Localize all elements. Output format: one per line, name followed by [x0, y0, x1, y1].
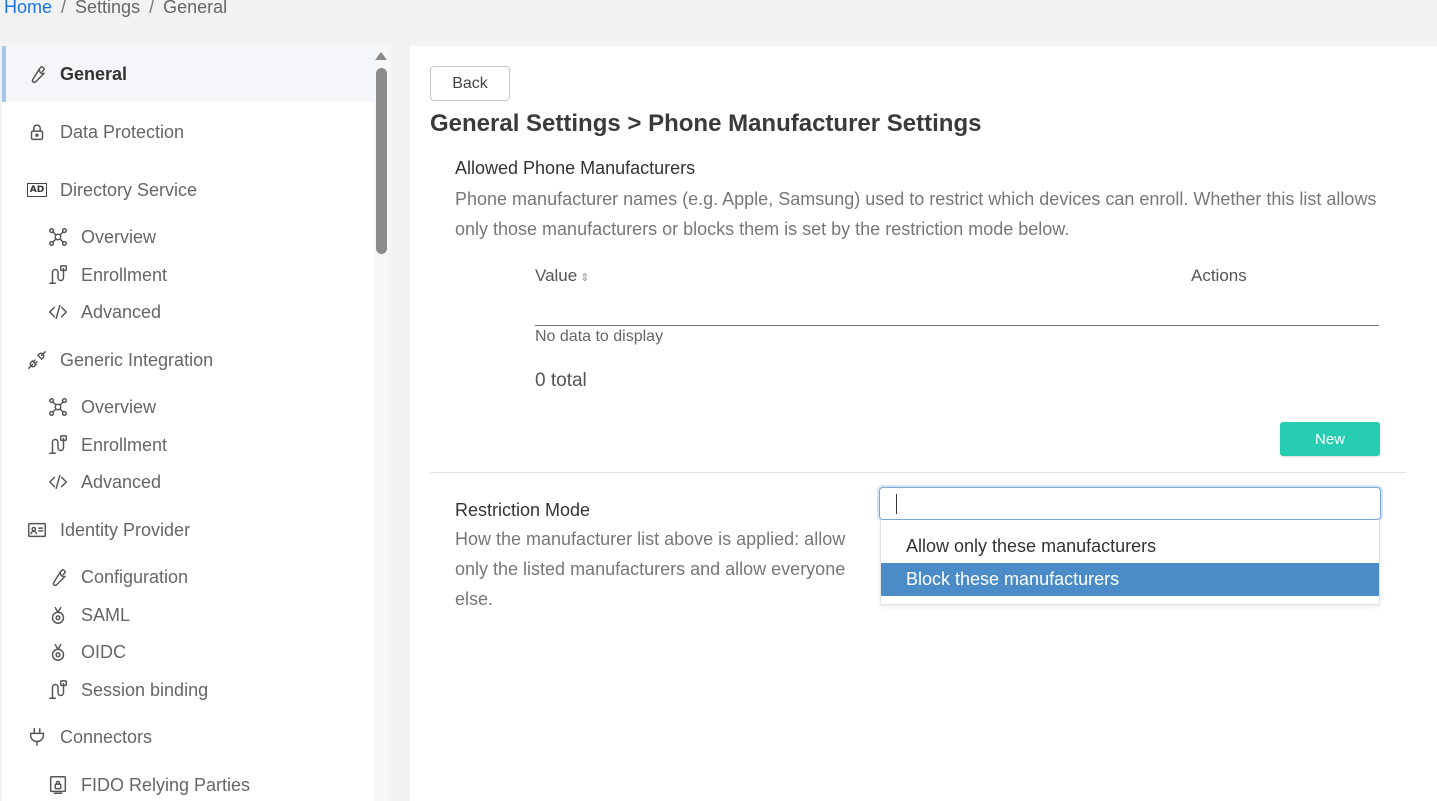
- restriction-mode-description: How the manufacturer list above is appli…: [455, 529, 846, 609]
- overview-icon: [46, 395, 70, 419]
- option-allow-only[interactable]: Allow only these manufacturers: [881, 530, 1379, 563]
- value-column-label: Value: [535, 266, 578, 285]
- sidebar-item-data-protection[interactable]: Data Protection: [2, 112, 374, 152]
- breadcrumb-home-link[interactable]: Home: [4, 0, 52, 17]
- sidebar-item-idp-oidc[interactable]: OIDC: [2, 632, 374, 672]
- main-panel: Back General Settings > Phone Manufactur…: [410, 46, 1437, 801]
- sidebar-item-label: Overview: [81, 226, 157, 247]
- sidebar-item-label: OIDC: [81, 641, 126, 662]
- enrollment-icon: [46, 678, 70, 702]
- manufacturers-section-description: Phone manufacturer names (e.g. Apple, Sa…: [455, 189, 1377, 239]
- enrollment-icon: [46, 263, 70, 287]
- breadcrumb-separator: /: [149, 0, 155, 17]
- section-divider: [430, 472, 1406, 473]
- sidebar-item-gi-advanced[interactable]: Advanced: [2, 462, 374, 502]
- oidc-icon: [46, 640, 70, 664]
- sidebar-item-directory-service[interactable]: AD Directory Service: [2, 170, 374, 210]
- sidebar-item-ds-advanced[interactable]: Advanced: [2, 292, 374, 332]
- breadcrumb: Home / Settings / General: [4, 0, 227, 25]
- sidebar-scroll-thumb[interactable]: [376, 68, 387, 254]
- sidebar-item-label: Session binding: [81, 679, 209, 700]
- enrollment-icon: [46, 433, 70, 457]
- breadcrumb-current: General: [163, 0, 228, 17]
- sidebar-item-label: Enrollment: [81, 434, 168, 455]
- sort-icon: ⇕: [580, 272, 590, 284]
- sidebar-item-label: Overview: [81, 396, 157, 417]
- sidebar-item-label: Advanced: [81, 471, 162, 492]
- ad-icon: AD: [25, 178, 49, 202]
- sidebar-item-idp-saml[interactable]: SAML: [2, 595, 374, 635]
- sidebar-item-label: Enrollment: [81, 264, 168, 285]
- sidebar-item-label: Data Protection: [60, 121, 185, 142]
- sidebar-item-ds-overview[interactable]: Overview: [2, 217, 374, 257]
- sidebar-item-idp-configuration[interactable]: Configuration: [2, 557, 374, 597]
- plug-connect-icon: [25, 348, 49, 372]
- table-total-count: 0 total: [535, 370, 587, 391]
- sidebar-item-connectors[interactable]: Connectors: [2, 717, 374, 757]
- sidebar-item-label: Connectors: [60, 726, 153, 747]
- code-icon: [46, 470, 70, 494]
- overview-icon: [46, 225, 70, 249]
- sidebar-item-gi-overview[interactable]: Overview: [2, 387, 374, 427]
- sidebar-item-idp-session-binding[interactable]: Session binding: [2, 670, 374, 710]
- wrench-icon: [25, 62, 49, 86]
- sidebar-item-identity-provider[interactable]: Identity Provider: [2, 510, 374, 550]
- plug-icon: [25, 725, 49, 749]
- sidebar: General Data Protection AD Directory Ser…: [2, 46, 391, 801]
- restriction-mode-dropdown: Allow only these manufacturers Block the…: [880, 520, 1380, 605]
- manufacturers-table-header: Value ⇕ Actions: [535, 264, 1379, 326]
- wrench-icon: [46, 565, 70, 589]
- sidebar-item-label: SAML: [81, 604, 131, 625]
- lock-icon: [25, 120, 49, 144]
- sidebar-item-label: General: [60, 63, 128, 84]
- page-title: General Settings > Phone Manufacturer Se…: [430, 110, 982, 137]
- breadcrumb-settings[interactable]: Settings: [75, 0, 140, 17]
- saml-icon: [46, 603, 70, 627]
- fido-icon: [46, 773, 70, 797]
- sidebar-item-label: FIDO Relying Parties: [81, 774, 251, 795]
- back-button[interactable]: Back: [430, 66, 510, 101]
- sidebar-item-general[interactable]: General: [2, 46, 374, 102]
- sidebar-item-label: Configuration: [81, 566, 189, 587]
- empty-table-message: No data to display: [535, 328, 664, 345]
- restriction-mode-title: Restriction Mode: [455, 500, 591, 520]
- code-icon: [46, 300, 70, 324]
- sidebar-item-generic-integration[interactable]: Generic Integration: [2, 340, 374, 380]
- sidebar-item-gi-enrollment[interactable]: Enrollment: [2, 425, 374, 465]
- sidebar-item-label: Identity Provider: [60, 519, 191, 540]
- sidebar-item-label: Directory Service: [60, 179, 198, 200]
- id-card-icon: [25, 518, 49, 542]
- sidebar-item-label: Generic Integration: [60, 349, 214, 370]
- sidebar-item-fido-relying-parties[interactable]: FIDO Relying Parties: [2, 765, 374, 801]
- option-block[interactable]: Block these manufacturers: [881, 563, 1379, 596]
- value-column-header[interactable]: Value ⇕: [535, 266, 589, 286]
- breadcrumb-separator: /: [61, 0, 67, 17]
- scroll-up-arrow-icon[interactable]: [375, 52, 387, 60]
- restriction-mode-select[interactable]: [879, 487, 1381, 520]
- text-caret: [896, 494, 897, 514]
- sidebar-item-label: Advanced: [81, 301, 162, 322]
- manufacturers-section-title: Allowed Phone Manufacturers: [455, 158, 696, 178]
- new-manufacturer-button[interactable]: New: [1280, 422, 1380, 456]
- sidebar-item-ds-enrollment[interactable]: Enrollment: [2, 255, 374, 295]
- actions-column-header: Actions: [1191, 266, 1247, 285]
